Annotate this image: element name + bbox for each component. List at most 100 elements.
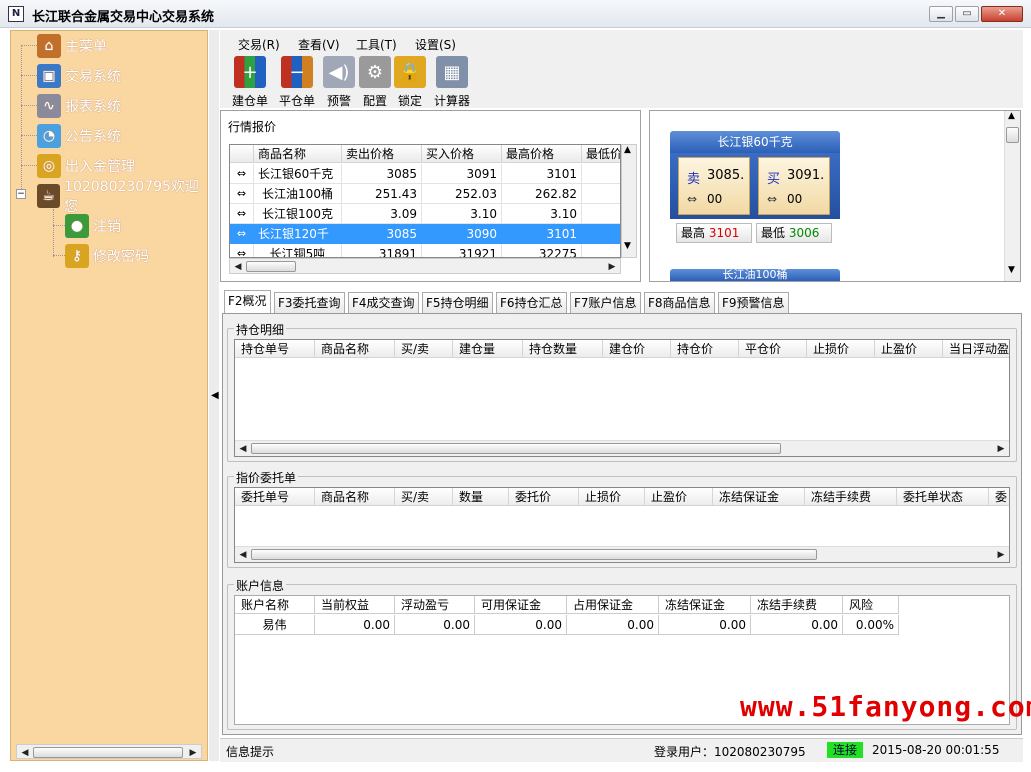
speaker-alert-icon: ◀) [323, 56, 355, 88]
column-header[interactable]: 买/卖 [395, 340, 453, 358]
transfer-arrow-icon: ⇔ [230, 184, 254, 204]
menu-tools[interactable]: 工具(T) [356, 36, 397, 53]
scroll-left-arrow-icon[interactable]: ◀ [17, 745, 33, 761]
sell-price-button[interactable]: 卖 3085. ⇔ 00 [678, 157, 750, 215]
sidebar-item-welcome[interactable]: ☕ 102080230795欢迎您 [37, 179, 207, 215]
scroll-right-arrow-icon[interactable]: ▶ [185, 745, 201, 761]
scroll-up-arrow-icon[interactable]: ▲ [624, 145, 631, 155]
column-header[interactable]: 商品名称 [254, 145, 342, 163]
transfer-arrow-icon: ⇔ [230, 224, 254, 244]
column-header[interactable]: 最低价 [582, 145, 620, 163]
speech-bubble-icon: ◔ [37, 124, 61, 148]
tab-overview[interactable]: F2概况 [224, 290, 271, 314]
scrollbar-thumb[interactable] [251, 549, 817, 560]
column-header[interactable]: 当日浮动盈 [943, 340, 1009, 358]
scroll-left-arrow-icon[interactable]: ◀ [235, 441, 251, 456]
menu-settings[interactable]: 设置(S) [415, 36, 456, 53]
panel-splitter[interactable]: ◀ [209, 30, 219, 761]
column-header[interactable]: 数量 [453, 488, 509, 506]
quote-vertical-scrollbar[interactable]: ▲ ▼ [621, 144, 637, 258]
app-icon: N [8, 6, 24, 22]
orders-horizontal-scrollbar[interactable]: ◀ ▶ [235, 546, 1009, 562]
orders-group-title: 指价委托单 [234, 469, 299, 486]
column-header[interactable]: 持仓价 [671, 340, 739, 358]
column-header[interactable]: 委托价 [509, 488, 579, 506]
open-position-button[interactable]: + 建仓单 [228, 56, 272, 109]
close-position-button[interactable]: − 平仓单 [275, 56, 319, 109]
sidebar-item-announcements[interactable]: ◔ 公告系统 [37, 123, 121, 149]
scroll-left-arrow-icon[interactable]: ◀ [230, 259, 246, 275]
scrollbar-thumb[interactable] [251, 443, 781, 454]
column-header: 账户名称 [235, 596, 315, 614]
sidebar-item-label: 修改密码 [93, 249, 149, 265]
scroll-up-arrow-icon[interactable]: ▲ [1008, 111, 1015, 121]
scroll-down-arrow-icon[interactable]: ▼ [1008, 265, 1015, 275]
sidebar-item-change-password[interactable]: ⚷ 修改密码 [65, 243, 149, 269]
connection-status-badge: 连接 [827, 742, 863, 758]
column-header[interactable]: 商品名称 [315, 488, 395, 506]
scrollbar-thumb[interactable] [1006, 127, 1019, 143]
column-header[interactable]: 持仓单号 [235, 340, 315, 358]
scroll-down-arrow-icon[interactable]: ▼ [624, 241, 631, 251]
column-header[interactable]: 止损价 [579, 488, 645, 506]
column-header[interactable]: 建仓价 [603, 340, 671, 358]
tab-deal-query[interactable]: F4成交查询 [348, 292, 419, 314]
tab-alert-info[interactable]: F9预警信息 [718, 292, 789, 314]
quote-card-panel: 长江银60千克 卖 3085. ⇔ 00 买 3091. ⇔ 00 最高 310… [649, 110, 1021, 282]
column-header[interactable]: 冻结保证金 [713, 488, 805, 506]
lock-icon: 🔒 [394, 56, 426, 88]
positions-horizontal-scrollbar[interactable]: ◀ ▶ [235, 440, 1009, 456]
tab-position-summary[interactable]: F6持仓汇总 [496, 292, 567, 314]
scroll-right-arrow-icon[interactable]: ▶ [604, 259, 620, 275]
calculator-button[interactable]: ▦ 计算器 [430, 56, 474, 109]
maximize-button[interactable]: ▭ [955, 6, 979, 22]
column-header[interactable]: 商品名称 [315, 340, 395, 358]
toolbar: + 建仓单 − 平仓单 ◀) 预警 ⚙ 配置 🔒 锁定 ▦ 计算器 [220, 52, 1023, 108]
column-header[interactable]: 委托单号 [235, 488, 315, 506]
sidebar-item-main-menu[interactable]: ⌂ 主菜单 [37, 33, 107, 59]
scrollbar-thumb[interactable] [33, 747, 183, 758]
column-header[interactable]: 买入价格 [422, 145, 502, 163]
collapse-toggle[interactable]: − [16, 189, 26, 199]
close-button[interactable]: ✕ [981, 6, 1023, 22]
column-header: 当前权益 [315, 596, 395, 614]
column-header[interactable]: 委 [989, 488, 1009, 506]
column-header: 浮动盈亏 [395, 596, 475, 614]
menu-view[interactable]: 查看(V) [298, 36, 340, 53]
column-header[interactable]: 平仓价 [739, 340, 807, 358]
minimize-button[interactable]: ▁ [929, 6, 953, 22]
column-header[interactable]: 持仓数量 [523, 340, 603, 358]
quote-horizontal-scrollbar[interactable]: ◀ ▶ [229, 258, 621, 274]
collapse-arrow-icon[interactable]: ◀ [211, 390, 219, 401]
column-header[interactable]: 止盈价 [875, 340, 943, 358]
tab-product-info[interactable]: F8商品信息 [644, 292, 715, 314]
transfer-arrow-icon: ⇔ [230, 244, 254, 257]
column-header[interactable]: 止损价 [807, 340, 875, 358]
scroll-right-arrow-icon[interactable]: ▶ [993, 441, 1009, 456]
tab-position-detail[interactable]: F5持仓明细 [422, 292, 493, 314]
column-header[interactable]: 止盈价 [645, 488, 713, 506]
column-header[interactable]: 最高价格 [502, 145, 582, 163]
column-header[interactable]: 冻结手续费 [805, 488, 897, 506]
scrollbar-thumb[interactable] [246, 261, 296, 272]
column-header[interactable]: 买/卖 [395, 488, 453, 506]
column-header[interactable]: 委托单状态 [897, 488, 989, 506]
lock-button[interactable]: 🔒 锁定 [388, 56, 432, 109]
card-vertical-scrollbar[interactable]: ▲ ▼ [1004, 111, 1020, 281]
buy-price-button[interactable]: 买 3091. ⇔ 00 [758, 157, 830, 215]
column-header: 冻结手续费 [751, 596, 843, 614]
home-icon: ⌂ [37, 34, 61, 58]
sidebar-item-reports[interactable]: ∿ 报表系统 [37, 93, 121, 119]
sidebar-horizontal-scrollbar[interactable]: ◀ ▶ [16, 744, 202, 759]
menu-trade[interactable]: 交易(R) [238, 36, 280, 53]
monitor-icon: ▣ [37, 64, 61, 88]
column-header[interactable]: 卖出价格 [342, 145, 422, 163]
sidebar-item-logout[interactable]: ● 注销 [65, 213, 121, 239]
status-info: 信息提示 [226, 745, 275, 759]
scroll-left-arrow-icon[interactable]: ◀ [235, 547, 251, 562]
tab-account-info[interactable]: F7账户信息 [570, 292, 641, 314]
column-header[interactable]: 建仓量 [453, 340, 523, 358]
sidebar-item-trading[interactable]: ▣ 交易系统 [37, 63, 121, 89]
scroll-right-arrow-icon[interactable]: ▶ [993, 547, 1009, 562]
tab-order-query[interactable]: F3委托查询 [274, 292, 345, 314]
